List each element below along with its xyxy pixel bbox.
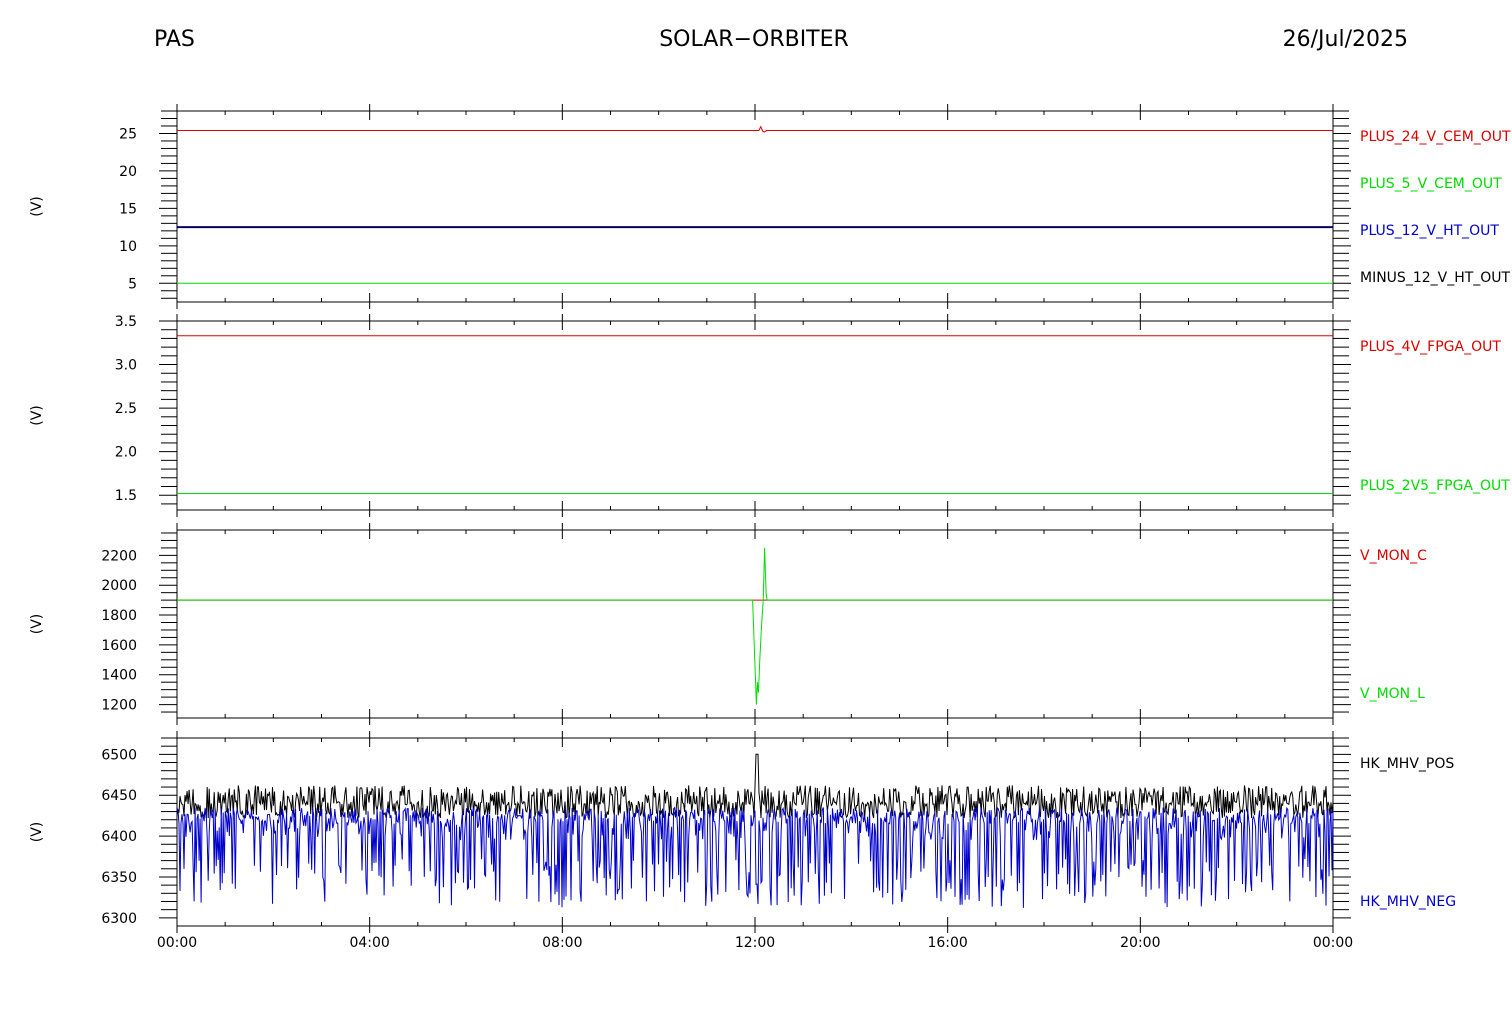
y-tick-label: 1400 [101, 668, 137, 684]
y-tick-label: 1.5 [115, 488, 137, 504]
legend-minus_12_v_ht_out: MINUS_12_V_HT_OUT [1360, 270, 1511, 286]
legend-plus_4v_fpga_out: PLUS_4V_FPGA_OUT [1360, 339, 1501, 355]
y-tick-label: 2.5 [115, 401, 137, 417]
y-ticks [159, 532, 1351, 713]
y-tick-label: 6500 [101, 747, 137, 763]
panel-1: 5 10 15 20 25 (V) PLUS_24_V_CEM_OUT PLUS_5_V_CE… [29, 104, 1511, 309]
y-axis-label: (V) [29, 822, 45, 843]
y-tick-label: 3.5 [115, 314, 137, 330]
y-tick-label: 10 [119, 239, 137, 255]
x-tick-label: 16:00 [927, 935, 967, 951]
x-tick-label: 00:00 [157, 935, 197, 951]
x-tick-labels: 00:00 04:00 08:00 12:00 16:00 20:00 00:00 [157, 935, 1353, 951]
y-tick-label: 15 [119, 201, 137, 217]
y-axis-label: (V) [29, 614, 45, 635]
legend-v_mon_c: V_MON_C [1360, 548, 1427, 564]
y-tick-label: 20 [119, 164, 137, 180]
series-line-plus_24_v_cem_out [177, 125, 1333, 133]
y-tick-label: 25 [119, 126, 137, 142]
y-tick-label: 3.0 [115, 358, 137, 374]
x-tick-label: 04:00 [349, 935, 389, 951]
panel-frame [176, 110, 1334, 303]
y-tick-label: 5 [128, 276, 137, 292]
y-tick-label: 6400 [101, 829, 137, 845]
series-line-v_mon_l [177, 547, 1333, 705]
x-ticks [176, 523, 1334, 725]
legend-hk_mhv_neg: HK_MHV_NEG [1360, 894, 1456, 910]
y-tick-label: 2000 [101, 578, 137, 594]
y-axis-label: (V) [29, 196, 45, 217]
y-tick-label: 6350 [101, 870, 137, 886]
legend-plus_24_v_cem_out: PLUS_24_V_CEM_OUT [1360, 129, 1511, 145]
y-tick-label: 1200 [101, 698, 137, 714]
y-ticks [159, 320, 1351, 505]
legend-plus_12_v_ht_out: PLUS_12_V_HT_OUT [1360, 223, 1499, 239]
y-tick-label: 1800 [101, 608, 137, 624]
panel-3: 1200 1400 1600 1800 2000 2200 (V) V_MON_C V_MON_… [29, 523, 1427, 725]
y-axis-label: (V) [29, 405, 45, 426]
date-label: 26/Jul/2025 [1283, 27, 1408, 52]
y-tick-label: 2200 [101, 548, 137, 564]
y-tick-label: 1600 [101, 638, 137, 654]
y-tick-label: 6450 [101, 788, 137, 804]
instrument-label: PAS [154, 27, 195, 52]
panels: 5 10 15 20 25 (V) PLUS_24_V_CEM_OUT PLUS_5_V_CE… [29, 104, 1511, 951]
x-tick-label: 12:00 [735, 935, 775, 951]
x-tick-label: 08:00 [542, 935, 582, 951]
legend-plus_5_v_cem_out: PLUS_5_V_CEM_OUT [1360, 176, 1502, 192]
y-tick-label: 2.0 [115, 445, 137, 461]
panel-frame [176, 529, 1334, 719]
panel-4: 6300 6350 6400 6450 6500 (V) HK_MHV_POS HK_MHV_… [29, 731, 1456, 933]
chart-canvas: PAS SOLAR−ORBITER 26/Jul/2025 5 10 15 20 25 (… [29, 27, 1511, 951]
y-ticks [159, 110, 1351, 299]
x-ticks [176, 314, 1334, 517]
series-line-hk_mhv_pos [176, 753, 1334, 820]
legend-hk_mhv_pos: HK_MHV_POS [1360, 756, 1454, 772]
legend-plus_2v5_fpga_out: PLUS_2V5_FPGA_OUT [1360, 478, 1510, 494]
x-tick-label: 20:00 [1120, 935, 1160, 951]
mission-title: SOLAR−ORBITER [659, 27, 849, 52]
legend-v_mon_l: V_MON_L [1360, 686, 1425, 702]
x-ticks [176, 104, 1334, 309]
panel-frame [176, 320, 1334, 511]
x-tick-label: 00:00 [1313, 935, 1353, 951]
y-tick-label: 6300 [101, 911, 137, 927]
series-line-hk_mhv_neg [176, 806, 1334, 908]
panel-2: 1.5 2.0 2.5 3.0 3.5 (V) PLUS_4V_FPGA_OUT PLUS_2… [29, 314, 1510, 517]
